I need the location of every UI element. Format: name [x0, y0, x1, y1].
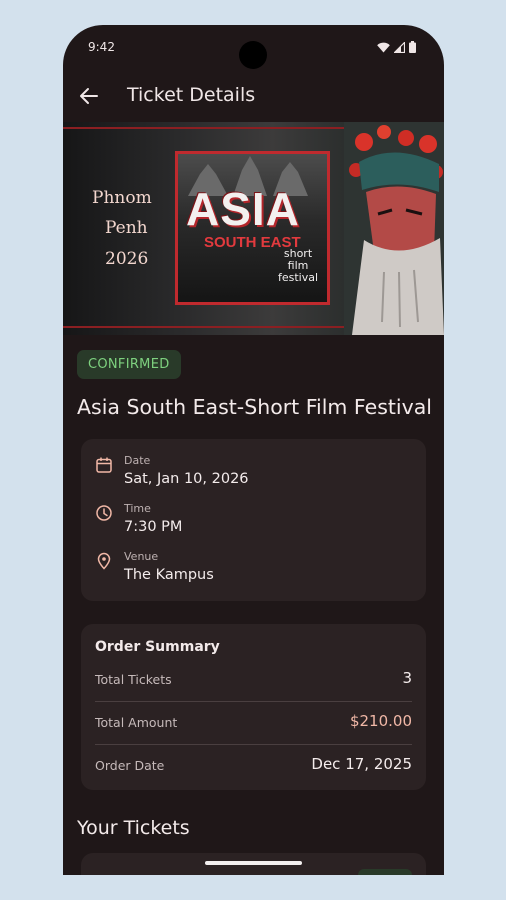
order-summary-card: Order Summary Total Tickets 3 Total Amou… [81, 624, 426, 790]
status-bar: 9:42 [63, 25, 444, 69]
detail-value-time: 7:30 PM [124, 519, 183, 535]
phone-screen: 9:42 Ticket Details Phnom Penh 2026 ASIA… [63, 25, 444, 875]
festival-poster: ASIA SOUTH EAST short film festival [175, 151, 330, 305]
order-row-total-tickets: Total Tickets 3 [95, 669, 412, 691]
order-divider [95, 744, 412, 745]
camera-cutout [239, 41, 267, 69]
event-title: Asia South East-Short Film Festival [77, 395, 432, 419]
ticket-status-chip [358, 869, 412, 875]
order-row-total-amount: Total Amount $210.00 [95, 712, 412, 734]
banner-city-line1: Phnom [92, 188, 152, 208]
order-summary-title: Order Summary [95, 639, 220, 655]
order-label-total-tickets: Total Tickets [95, 672, 172, 687]
gesture-handle[interactable] [205, 861, 302, 865]
battery-icon [409, 41, 416, 53]
event-banner-image: Phnom Penh 2026 ASIA SOUTH EAST short fi… [63, 122, 444, 335]
app-bar: Ticket Details [63, 77, 444, 117]
system-icons [377, 41, 416, 53]
page-title: Ticket Details [127, 84, 256, 106]
order-label-order-date: Order Date [95, 758, 165, 773]
signal-icon [394, 41, 405, 53]
order-value-order-date: Dec 17, 2025 [311, 755, 412, 773]
status-badge: CONFIRMED [77, 350, 181, 379]
poster-tag-festival: festival [278, 271, 319, 284]
poster-tagline: short film festival [278, 248, 318, 284]
detail-value-venue: The Kampus [124, 567, 214, 583]
clock-icon [96, 505, 112, 521]
status-time: 9:42 [88, 40, 115, 54]
order-divider [95, 701, 412, 702]
order-value-total-amount: $210.00 [349, 712, 412, 730]
poster-title: ASIA [186, 183, 300, 235]
order-label-total-amount: Total Amount [95, 715, 178, 730]
calendar-icon [96, 457, 112, 473]
event-details-card: Date Sat, Jan 10, 2026 Time 7:30 PM Venu… [81, 439, 426, 601]
wifi-icon [377, 42, 390, 52]
arrow-back-icon[interactable] [77, 84, 101, 108]
order-row-order-date: Order Date Dec 17, 2025 [95, 755, 412, 777]
detail-value-date: Sat, Jan 10, 2026 [124, 471, 249, 487]
detail-label-venue: Venue [124, 550, 159, 563]
detail-label-date: Date [124, 454, 151, 467]
banner-year: 2026 [105, 249, 149, 269]
your-tickets-title: Your Tickets [77, 817, 190, 839]
banner-city-line2: Penh [105, 218, 148, 238]
location-pin-icon [97, 552, 111, 570]
order-value-total-tickets: 3 [402, 669, 412, 687]
detail-label-time: Time [124, 502, 151, 515]
opera-mask-figure [344, 122, 444, 335]
